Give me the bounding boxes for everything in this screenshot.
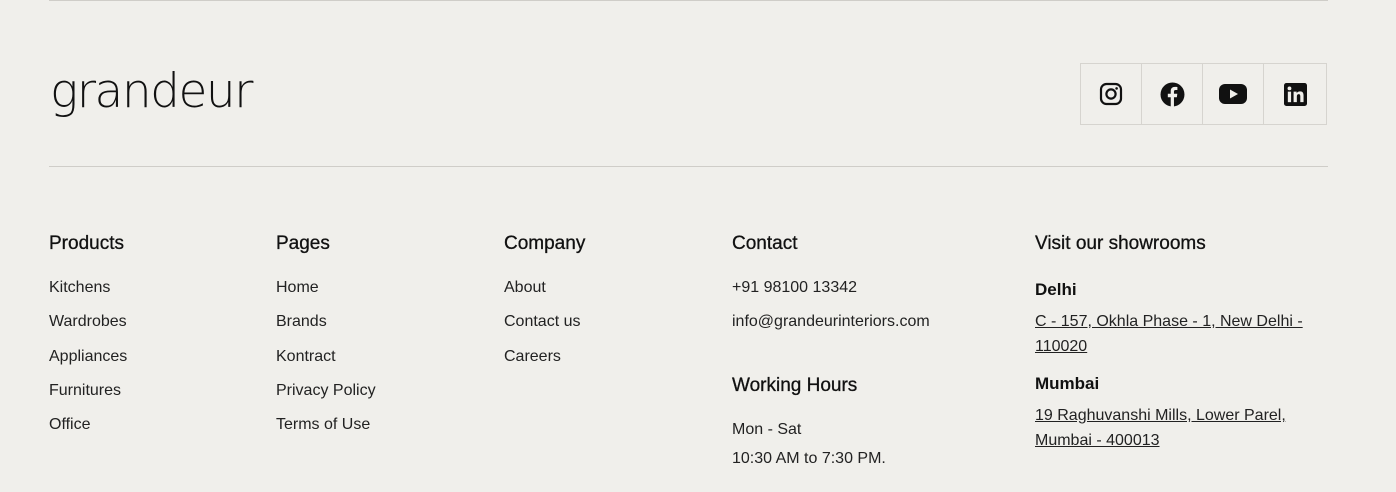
products-link-office[interactable]: Office — [49, 415, 127, 435]
youtube-icon — [1219, 84, 1247, 104]
linkedin-icon — [1283, 82, 1307, 106]
company-column: Company About Contact us Careers — [504, 230, 586, 381]
products-link-wardrobes[interactable]: Wardrobes — [49, 312, 127, 332]
showroom-address-mumbai[interactable]: 19 Raghuvanshi Mills, Lower Parel, Mumba… — [1035, 404, 1325, 453]
products-heading: Products — [49, 233, 124, 254]
social-links — [1080, 63, 1327, 125]
facebook-button[interactable] — [1142, 64, 1203, 124]
working-hours: 10:30 AM to 7:30 PM. — [732, 450, 886, 467]
products-column: Products Kitchens Wardrobes Appliances F… — [49, 230, 127, 449]
contact-column: Contact +91 98100 13342 info@grandeurint… — [732, 230, 930, 469]
company-heading: Company — [504, 233, 586, 254]
pages-link-kontract[interactable]: Kontract — [276, 347, 376, 367]
youtube-button[interactable] — [1203, 64, 1264, 124]
top-divider — [49, 0, 1328, 1]
showrooms-column: Visit our showrooms Delhi C - 157, Okhla… — [1035, 230, 1325, 453]
pages-list: Home Brands Kontract Privacy Policy Term… — [276, 278, 376, 435]
contact-phone[interactable]: +91 98100 13342 — [732, 278, 930, 298]
products-link-kitchens[interactable]: Kitchens — [49, 278, 127, 298]
contact-email[interactable]: info@grandeurinteriors.com — [732, 312, 930, 332]
showroom-city-delhi: Delhi — [1035, 280, 1077, 299]
pages-link-brands[interactable]: Brands — [276, 312, 376, 332]
contact-heading: Contact — [732, 233, 798, 254]
showrooms-heading: Visit our showrooms — [1035, 233, 1206, 254]
products-list: Kitchens Wardrobes Appliances Furnitures… — [49, 278, 127, 435]
pages-link-home[interactable]: Home — [276, 278, 376, 298]
instagram-icon — [1099, 82, 1123, 106]
company-link-about[interactable]: About — [504, 278, 585, 298]
showroom-address-delhi[interactable]: C - 157, Okhla Phase - 1, New Delhi - 11… — [1035, 310, 1325, 359]
working-days: Mon - Sat — [732, 421, 802, 438]
company-list: About Contact us Careers — [504, 278, 585, 367]
pages-link-privacy-policy[interactable]: Privacy Policy — [276, 381, 376, 401]
facebook-icon — [1160, 82, 1185, 107]
instagram-button[interactable] — [1081, 64, 1142, 124]
showroom-city-mumbai: Mumbai — [1035, 374, 1100, 393]
grandeur-logo[interactable]: grandeur — [50, 62, 253, 122]
linkedin-button[interactable] — [1264, 64, 1326, 124]
pages-heading: Pages — [276, 233, 330, 254]
company-link-careers[interactable]: Careers — [504, 347, 585, 367]
company-link-contact-us[interactable]: Contact us — [504, 312, 585, 332]
working-hours-heading: Working Hours — [732, 375, 858, 396]
footer-divider — [49, 166, 1328, 167]
products-link-furnitures[interactable]: Furnitures — [49, 381, 127, 401]
pages-column: Pages Home Brands Kontract Privacy Polic… — [276, 230, 376, 449]
products-link-appliances[interactable]: Appliances — [49, 347, 127, 367]
pages-link-terms-of-use[interactable]: Terms of Use — [276, 415, 376, 435]
